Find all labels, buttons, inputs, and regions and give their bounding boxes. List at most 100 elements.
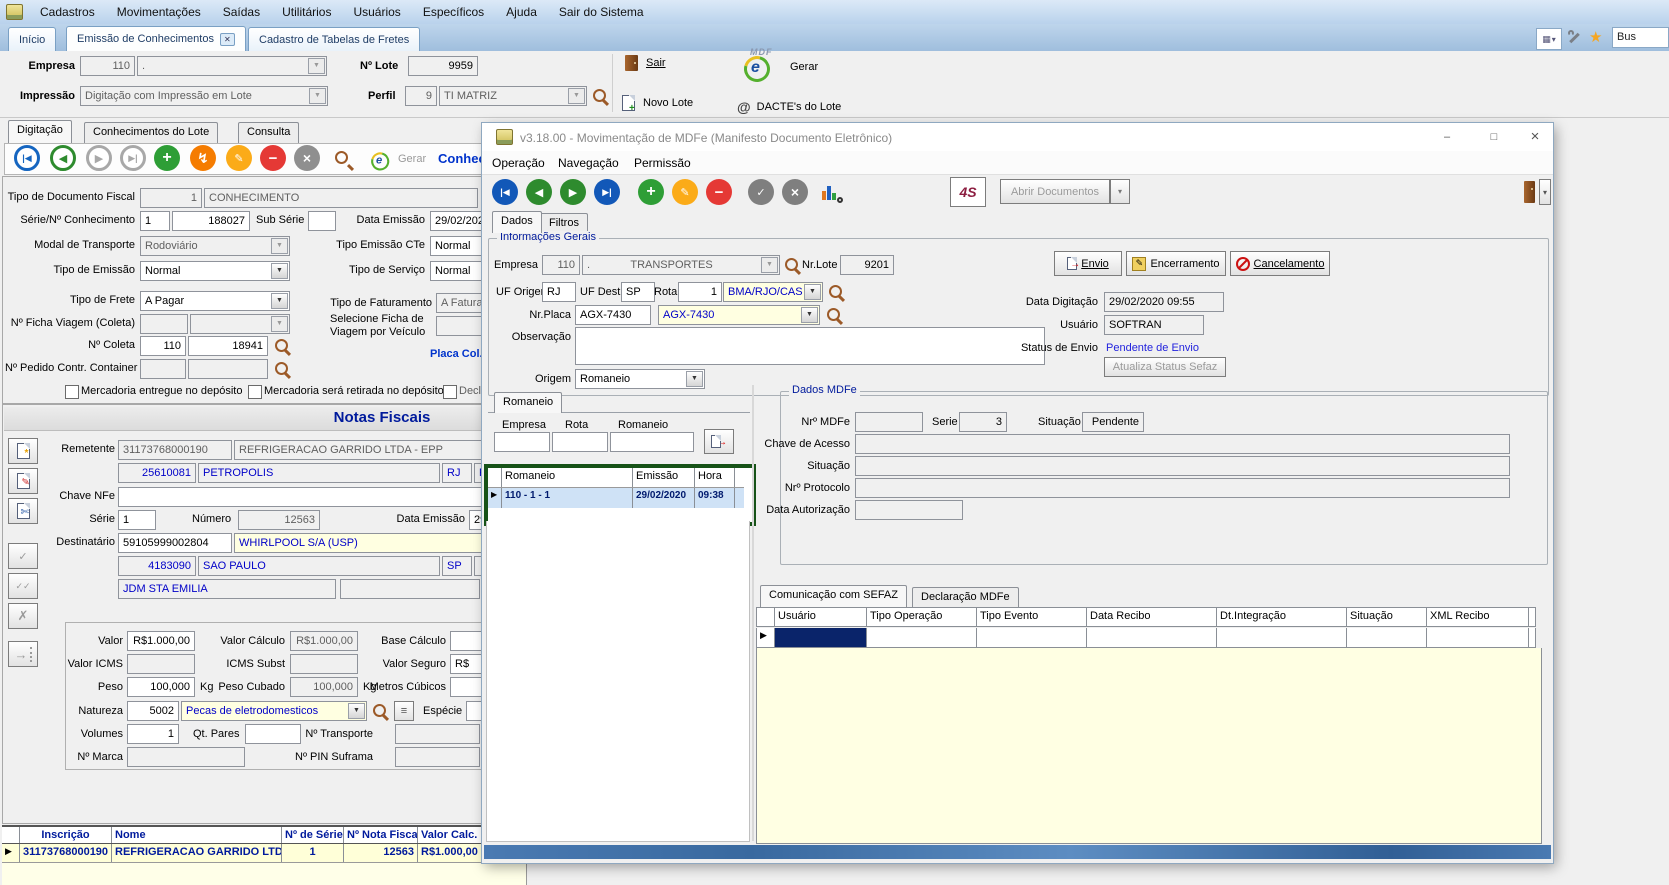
- coleta-numero-field[interactable]: 18941: [188, 336, 268, 356]
- empresa-code-field[interactable]: 110: [80, 56, 135, 76]
- tab-emissao-conhecimentos[interactable]: Emissão de Conhecimentos ✕: [66, 26, 246, 51]
- mdfe-next-button[interactable]: ▶: [560, 179, 586, 205]
- menu-especificos[interactable]: Específicos: [412, 5, 495, 19]
- romaneio-empresa-input[interactable]: [494, 432, 550, 452]
- encerramento-button[interactable]: ✎ Encerramento: [1126, 251, 1226, 276]
- modal-dropdown[interactable]: Rodoviário: [140, 236, 290, 256]
- nota-numero-field[interactable]: 12563: [238, 510, 320, 530]
- tab-close-icon[interactable]: ✕: [220, 33, 235, 46]
- maximize-icon[interactable]: □: [1477, 123, 1511, 151]
- mdfe-empresa-dropdown[interactable]: . TRANSPORTES: [582, 255, 780, 275]
- mdfe-edit-button[interactable]: ✎: [672, 179, 698, 205]
- romaneio-rota-input[interactable]: [552, 432, 608, 452]
- destinatario-cidade-codigo-field[interactable]: 4183090: [118, 556, 196, 576]
- mdfe-tab-filtros[interactable]: Filtros: [540, 213, 588, 233]
- sefaz-header-data-recibo[interactable]: Data Recibo: [1087, 608, 1217, 626]
- sefaz-header-situacao[interactable]: Situação: [1347, 608, 1427, 626]
- pedido-code-field[interactable]: [140, 359, 186, 379]
- destinatario-cnpj-field[interactable]: 59105999002804: [118, 533, 232, 553]
- mdfe-add-button[interactable]: +: [638, 179, 664, 205]
- transporte-field[interactable]: [395, 724, 480, 744]
- menu-saidas[interactable]: Saídas: [212, 5, 271, 19]
- nf-grid-header-serie[interactable]: Nº de Série: [282, 827, 344, 843]
- mdfe-menu-navegacao[interactable]: Navegação: [558, 156, 619, 170]
- peso-cubado-field[interactable]: 100,000: [290, 677, 358, 697]
- mdfe-titlebar[interactable]: v3.18.00 - Movimentação de MDFe (Manifes…: [482, 123, 1553, 151]
- toolbar-gerar-label[interactable]: Gerar: [398, 153, 426, 165]
- destinatario-cidade-field[interactable]: SAO PAULO: [198, 556, 440, 576]
- edit-nota-button[interactable]: ✎: [8, 468, 38, 494]
- empresa-name-dropdown[interactable]: .: [137, 56, 327, 76]
- abrir-documentos-dropdown[interactable]: ▾: [1110, 179, 1130, 204]
- cancel-button[interactable]: ×: [294, 145, 320, 171]
- delete-record-button[interactable]: −: [260, 145, 286, 171]
- tab-cadastro-tabelas-fretes[interactable]: Cadastro de Tabelas de Fretes: [248, 27, 420, 51]
- sefaz-header-tipo-operacao[interactable]: Tipo Operação: [867, 608, 977, 626]
- volumes-field[interactable]: 1: [127, 724, 179, 744]
- cancelamento-button[interactable]: Cancelamento: [1230, 251, 1330, 276]
- marca-field[interactable]: [127, 747, 245, 767]
- nota-serie-field[interactable]: 1: [118, 510, 156, 530]
- close-icon[interactable]: ×: [1518, 123, 1552, 151]
- rota-codigo-field[interactable]: 1: [678, 282, 722, 302]
- observacao-field[interactable]: [575, 327, 1045, 365]
- nf-grid-header-nome[interactable]: Nome: [112, 827, 282, 843]
- numero-conhecimento-field[interactable]: 188027: [172, 211, 250, 231]
- menu-movimentacoes[interactable]: Movimentações: [106, 5, 212, 19]
- romaneio-header-hora[interactable]: Hora: [695, 468, 735, 487]
- endereco-extra-field[interactable]: [340, 579, 480, 599]
- remove-nota-button[interactable]: ✗: [8, 603, 38, 629]
- tools-icon[interactable]: [1567, 30, 1583, 46]
- valor-calculo-field[interactable]: R$1.000,00: [290, 631, 358, 651]
- menu-ajuda[interactable]: Ajuda: [495, 5, 548, 19]
- nf-grid-header-nota[interactable]: Nº Nota Fiscal: [344, 827, 418, 843]
- natureza-dropdown[interactable]: Pecas de eletrodomesticos: [181, 701, 367, 721]
- nr-mdfe-field[interactable]: [855, 412, 923, 432]
- chave-acesso-field[interactable]: [855, 434, 1510, 454]
- romaneio-header-romaneio[interactable]: Romaneio: [502, 468, 633, 487]
- ficha-code-field[interactable]: [140, 314, 188, 334]
- confirm-nota-button[interactable]: ✓: [8, 543, 38, 569]
- natureza-codigo-field[interactable]: 5002: [127, 701, 179, 721]
- romaneio-numero-input[interactable]: [610, 432, 694, 452]
- quick-entry-button[interactable]: ↯: [190, 145, 216, 171]
- menu-sair-do-sistema[interactable]: Sair do Sistema: [548, 5, 655, 19]
- serie-field[interactable]: 1: [140, 211, 170, 231]
- uf-origem-field[interactable]: RJ: [542, 282, 576, 302]
- entregue-checkbox[interactable]: [65, 385, 79, 399]
- qt-pares-field[interactable]: [245, 724, 301, 744]
- natureza-search-icon[interactable]: [372, 703, 389, 720]
- mdfe-tab-dados[interactable]: Dados: [492, 211, 542, 233]
- app-4s-logo-button[interactable]: 4S: [950, 177, 986, 207]
- dactes-do-lote-button[interactable]: @ DACTE's do Lote: [737, 99, 841, 115]
- next-record-button[interactable]: ▶: [86, 145, 112, 171]
- chart-icon[interactable]: [822, 183, 840, 201]
- search-input[interactable]: Bus: [1612, 27, 1669, 48]
- data-digitacao-field[interactable]: 29/02/2020 09:55: [1104, 292, 1224, 312]
- remetente-uf-field[interactable]: RJ: [442, 463, 472, 483]
- pin-suframa-field[interactable]: [395, 747, 480, 767]
- valor-field[interactable]: R$1.000,00: [127, 631, 195, 651]
- perfil-search-icon[interactable]: [592, 88, 609, 105]
- romaneio-tab[interactable]: Romaneio: [494, 392, 562, 413]
- mdfe-menu-permissao[interactable]: Permissão: [634, 156, 691, 170]
- usuario-field[interactable]: SOFTRAN: [1104, 315, 1204, 335]
- declaracao-checkbox[interactable]: [443, 385, 457, 399]
- tab-conhecimentos-do-lote[interactable]: Conhecimentos do Lote: [84, 122, 218, 143]
- mdfe-prior-button[interactable]: ◀: [526, 179, 552, 205]
- tipo-emissao-dropdown[interactable]: Normal: [140, 261, 290, 281]
- prior-record-button[interactable]: ◀: [50, 145, 76, 171]
- placa-search-icon[interactable]: [826, 307, 843, 324]
- new-nota-button[interactable]: *: [8, 438, 38, 464]
- last-record-button[interactable]: ▶|: [120, 145, 146, 171]
- rota-dropdown[interactable]: BMA/RJO/CAS: [723, 282, 823, 302]
- impressao-dropdown[interactable]: Digitação com Impressão em Lote: [80, 86, 328, 106]
- mdfe-first-button[interactable]: |◀: [492, 179, 518, 205]
- pedido-search-icon[interactable]: [274, 361, 291, 378]
- tab-digitacao[interactable]: Digitação: [8, 120, 72, 143]
- mdfe-menu-operacao[interactable]: Operação: [492, 156, 545, 170]
- menu-usuarios[interactable]: Usuários: [342, 5, 411, 19]
- peso-field[interactable]: 100,000: [127, 677, 195, 697]
- nrlote-field[interactable]: 9201: [840, 255, 894, 275]
- perfil-code-field[interactable]: 9: [405, 86, 437, 106]
